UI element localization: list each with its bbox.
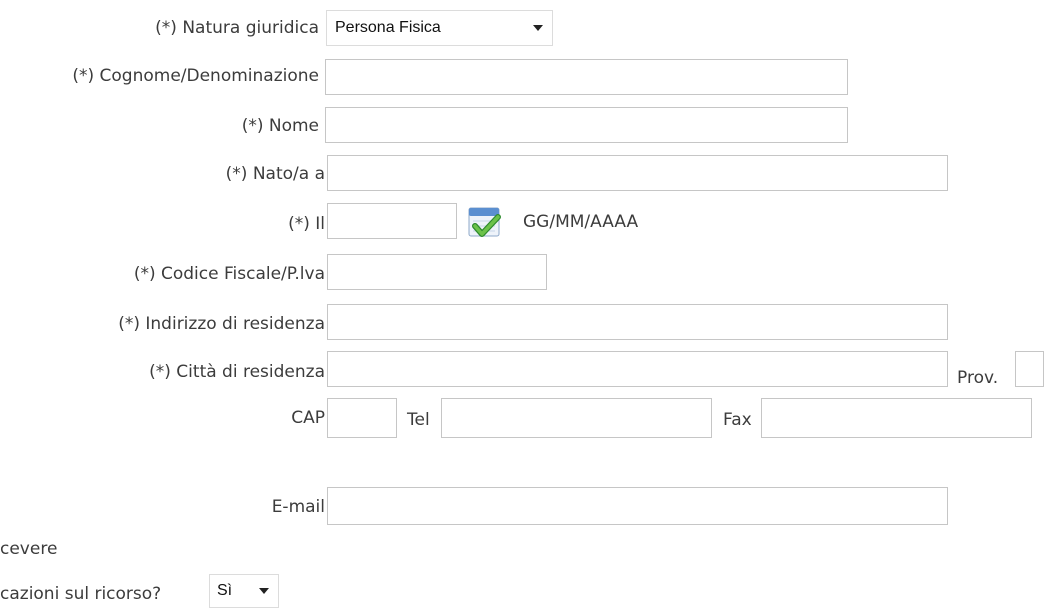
natura-giuridica-selected-value: Persona Fisica	[335, 19, 441, 36]
cognome-label: (*) Cognome/Denominazione	[72, 66, 319, 86]
indirizzo-input[interactable]	[327, 304, 948, 340]
calendar-icon[interactable]	[467, 204, 503, 240]
citta-label: (*) Città di residenza	[149, 362, 325, 382]
comunicazioni-label-line1: cevere	[0, 539, 58, 559]
prov-input[interactable]	[1015, 351, 1044, 387]
comunicazioni-select[interactable]: Sì	[209, 574, 279, 608]
email-input[interactable]	[327, 487, 948, 525]
codice-fiscale-label: (*) Codice Fiscale/P.lva	[133, 264, 325, 284]
email-label: E-mail	[271, 497, 325, 517]
data-nascita-input[interactable]	[327, 203, 457, 239]
nome-input[interactable]	[325, 107, 848, 143]
fax-input[interactable]	[761, 398, 1032, 438]
chevron-down-icon	[259, 588, 269, 594]
indirizzo-label: (*) Indirizzo di residenza	[118, 314, 325, 334]
fax-label: Fax	[723, 410, 752, 430]
nato-a-input[interactable]	[327, 155, 948, 191]
cognome-input[interactable]	[325, 59, 848, 95]
tel-input[interactable]	[441, 398, 712, 438]
natura-giuridica-label: (*) Natura giuridica	[155, 18, 319, 38]
citta-input[interactable]	[327, 351, 948, 387]
prov-label: Prov.	[957, 368, 999, 388]
cap-label: CAP	[291, 408, 325, 428]
codice-fiscale-input[interactable]	[327, 254, 547, 290]
comunicazioni-selected-value: Sì	[217, 582, 233, 599]
comunicazioni-label-line2: cazioni sul ricorso?	[0, 584, 162, 604]
data-nascita-label: (*) Il	[288, 214, 325, 234]
nome-label: (*) Nome	[241, 116, 319, 136]
natura-giuridica-select[interactable]: Persona Fisica	[326, 10, 553, 46]
tel-label: Tel	[407, 410, 430, 430]
data-format-hint: GG/MM/AAAA	[523, 212, 639, 232]
chevron-down-icon	[533, 25, 543, 31]
cap-input[interactable]	[327, 398, 397, 438]
nato-a-label: (*) Nato/a a	[225, 164, 325, 184]
